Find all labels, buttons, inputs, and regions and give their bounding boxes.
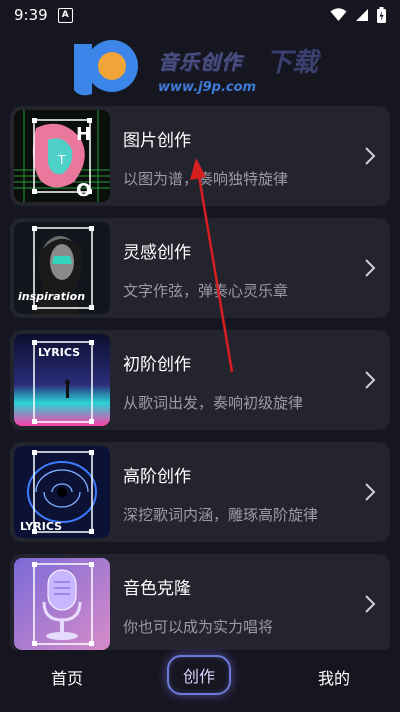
battery-icon — [377, 7, 386, 23]
card-voice-clone[interactable]: 音色克隆 你也可以成为实力唱将 — [10, 554, 390, 654]
card-title: 图片创作 — [123, 131, 191, 151]
watermark: 音乐创作 www.j9p.com 下载 — [68, 28, 328, 108]
watermark-big-text: 下载 — [266, 48, 319, 78]
tab-create[interactable]: 创作 — [167, 655, 231, 695]
lyrics-basic-thumbnail: LYRICS — [14, 334, 110, 426]
svg-text:H: H — [76, 124, 91, 145]
card-title: 音色克隆 — [123, 579, 191, 599]
tab-home[interactable]: 首页 — [51, 665, 83, 689]
card-subtitle: 你也可以成为实力唱将 — [123, 618, 274, 636]
card-title: 初阶创作 — [123, 355, 191, 375]
tab-mine[interactable]: 我的 — [318, 665, 350, 689]
wifi-icon — [330, 8, 347, 21]
chevron-right-icon — [365, 371, 376, 389]
card-subtitle: 以图为谱，奏响独特旋律 — [123, 170, 289, 188]
status-bar: 9:39 A — [0, 0, 400, 30]
svg-text:T: T — [57, 153, 66, 167]
svg-text:LYRICS: LYRICS — [20, 520, 62, 533]
card-title: 灵感创作 — [123, 243, 191, 263]
svg-text:LYRICS: LYRICS — [38, 346, 80, 359]
bottom-tab-bar: 首页 创作 我的 — [0, 650, 400, 712]
watermark-url: www.j9p.com — [158, 80, 257, 95]
card-subtitle: 深挖歌词内涵，雕琢高阶旋律 — [123, 506, 319, 524]
card-subtitle: 文字作弦，弹奏心灵乐章 — [123, 282, 289, 300]
status-time: 9:39 — [14, 6, 48, 24]
card-basic-creation[interactable]: LYRICS 初阶创作 从歌词出发，奏响初级旋律 — [10, 330, 390, 430]
chevron-right-icon — [365, 259, 376, 277]
card-inspiration-creation[interactable]: inspiration 灵感创作 文字作弦，弹奏心灵乐章 — [10, 218, 390, 318]
notification-a-icon: A — [57, 7, 73, 23]
signal-icon — [356, 9, 368, 21]
inspiration-thumbnail: inspiration — [14, 222, 110, 314]
watermark-title: 音乐创作 — [158, 50, 242, 74]
chevron-right-icon — [365, 595, 376, 613]
svg-text:O: O — [76, 180, 91, 201]
chevron-right-icon — [365, 147, 376, 165]
card-title: 高阶创作 — [123, 467, 191, 487]
microphone-thumbnail — [14, 558, 110, 650]
card-subtitle: 从歌词出发，奏响初级旋律 — [123, 394, 304, 412]
chevron-right-icon — [365, 483, 376, 501]
j9p-logo-icon — [74, 40, 138, 96]
card-image-creation[interactable]: H T O 图片创作 以图为谱，奏响独特旋律 — [10, 106, 390, 206]
svg-text:inspiration: inspiration — [18, 290, 85, 303]
lyrics-advanced-thumbnail: LYRICS — [14, 446, 110, 538]
card-advanced-creation[interactable]: LYRICS 高阶创作 深挖歌词内涵，雕琢高阶旋律 — [10, 442, 390, 542]
photo-art-thumbnail: H T O — [14, 110, 110, 202]
